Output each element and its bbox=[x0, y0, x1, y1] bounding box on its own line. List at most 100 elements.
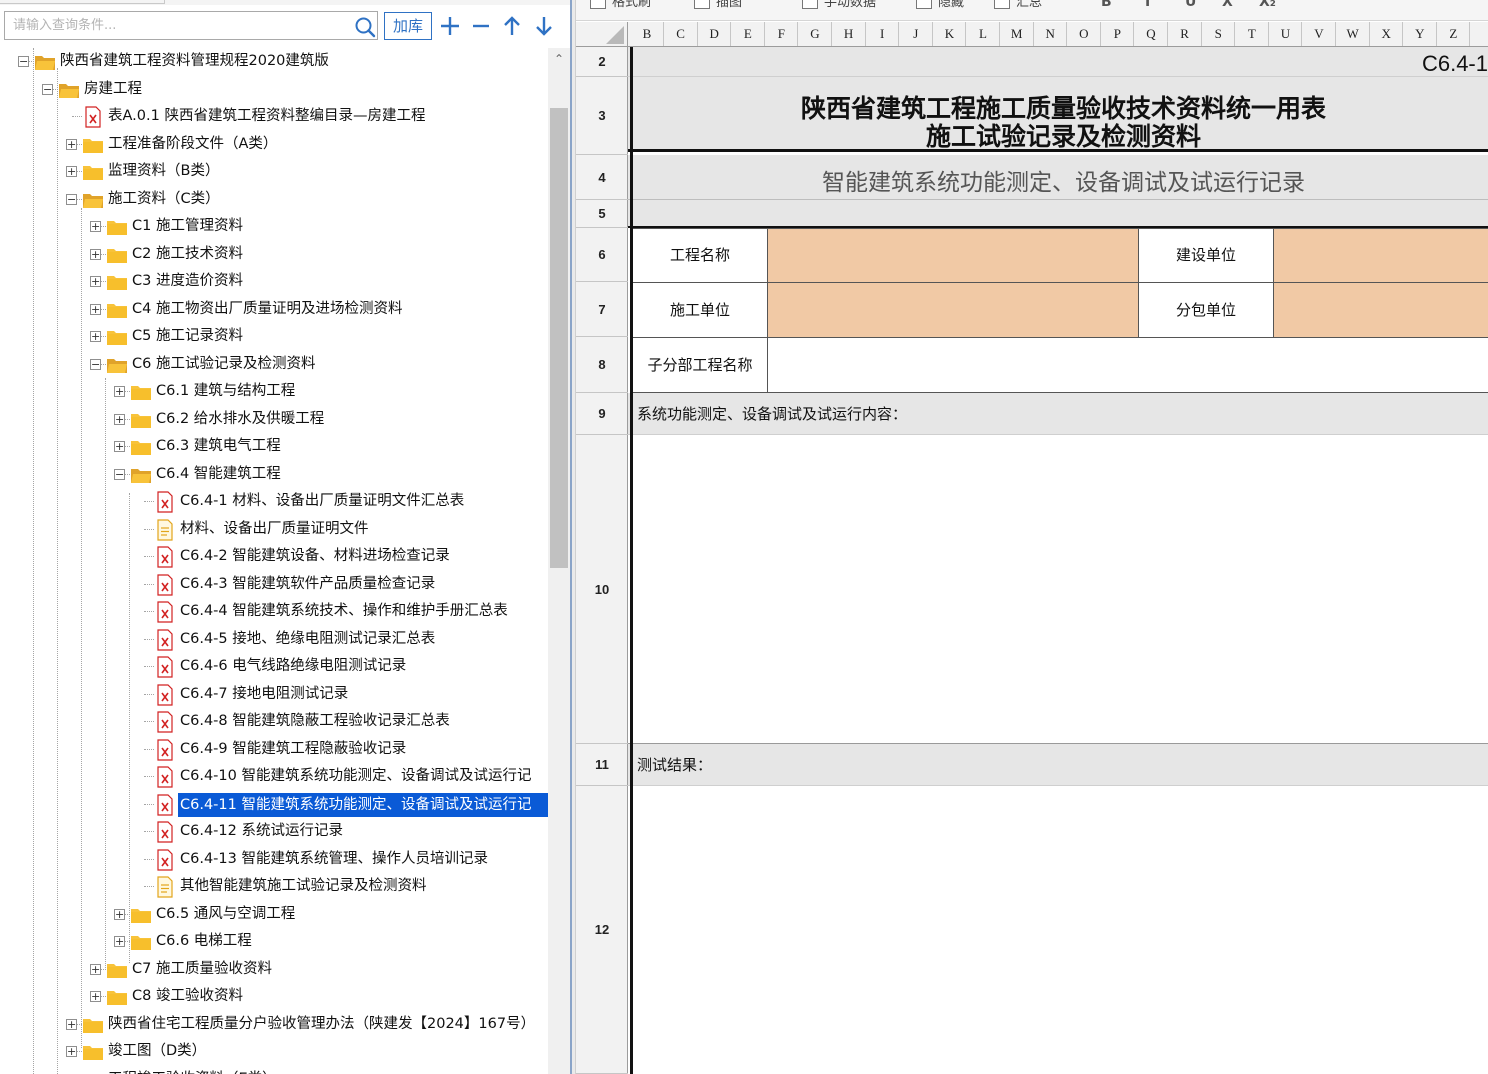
minus-icon[interactable] bbox=[468, 13, 494, 39]
tree-item[interactable]: + C3 进度造价资料 bbox=[0, 268, 548, 295]
tree-item[interactable]: 材料、设备出厂质量证明文件 bbox=[0, 516, 548, 543]
expand-toggle-icon[interactable]: + bbox=[66, 166, 77, 177]
expand-toggle-icon[interactable]: + bbox=[114, 441, 125, 452]
tree-item[interactable]: + C8 竣工验收资料 bbox=[0, 983, 548, 1010]
tree-item[interactable]: + C6.6 电梯工程 bbox=[0, 928, 548, 955]
collapse-toggle-icon[interactable]: − bbox=[18, 56, 29, 67]
column-header[interactable]: G bbox=[799, 22, 832, 46]
column-header[interactable]: L bbox=[967, 22, 1000, 46]
content-area[interactable] bbox=[628, 435, 1488, 744]
column-header[interactable]: Q bbox=[1135, 22, 1168, 46]
row-header[interactable]: 5 bbox=[576, 200, 628, 228]
tree-item[interactable]: + C4 施工物资出厂质量证明及进场检测资料 bbox=[0, 296, 548, 323]
row-header[interactable]: 3 bbox=[576, 77, 628, 155]
tree-item[interactable]: C6.4-4 智能建筑系统技术、操作和维护手册汇总表 bbox=[0, 598, 548, 625]
expand-toggle-icon[interactable]: + bbox=[90, 276, 101, 287]
tree-item[interactable]: + C1 施工管理资料 bbox=[0, 213, 548, 240]
column-header[interactable]: X bbox=[1370, 22, 1404, 46]
tree-item[interactable]: C6.4-12 系统试运行记录 bbox=[0, 818, 548, 845]
column-header[interactable]: U bbox=[1269, 22, 1303, 46]
row-header[interactable]: 12 bbox=[576, 786, 628, 1074]
column-header[interactable]: V bbox=[1303, 22, 1336, 46]
tree-item[interactable]: +工程竣工验收资料（E类） bbox=[0, 1066, 548, 1074]
collapse-toggle-icon[interactable]: − bbox=[90, 358, 101, 370]
expand-toggle-icon[interactable]: + bbox=[90, 303, 101, 315]
row-header[interactable]: 9 bbox=[576, 393, 628, 435]
expand-toggle-icon[interactable]: + bbox=[90, 963, 101, 975]
tree-item[interactable]: C6.4-1 材料、设备出厂质量证明文件汇总表 bbox=[0, 488, 548, 515]
project-name-field[interactable] bbox=[767, 228, 1139, 283]
subcontractor-field[interactable] bbox=[1273, 282, 1488, 338]
reload-library-button[interactable]: 加库 bbox=[384, 12, 432, 40]
builder-field[interactable] bbox=[767, 282, 1139, 338]
ribbon-button[interactable]: 隐藏 bbox=[916, 0, 964, 10]
arrow-up-icon[interactable] bbox=[499, 13, 525, 39]
ribbon-button[interactable]: 汇总 bbox=[994, 0, 1042, 10]
tree-item[interactable]: + C6.5 通风与空调工程 bbox=[0, 901, 548, 928]
column-header[interactable]: B bbox=[631, 22, 664, 46]
tree-item[interactable]: C6.4-9 智能建筑工程隐蔽验收记录 bbox=[0, 736, 548, 763]
tree-item[interactable]: + 竣工图（D类） bbox=[0, 1038, 548, 1065]
select-all-corner[interactable] bbox=[576, 22, 628, 46]
column-header[interactable]: K bbox=[933, 22, 967, 46]
tree-item[interactable]: C6.4-13 智能建筑系统管理、操作人员培训记录 bbox=[0, 846, 548, 873]
tree-item[interactable]: − 陕西省建筑工程资料管理规程2020建筑版 bbox=[0, 48, 548, 75]
row-header[interactable]: 7 bbox=[576, 282, 628, 337]
ribbon-button[interactable]: 格式刷 bbox=[590, 0, 651, 10]
column-header[interactable]: W bbox=[1337, 22, 1370, 46]
tree-item[interactable]: + 监理资料（B类） bbox=[0, 158, 548, 185]
expand-toggle-icon[interactable]: + bbox=[90, 991, 101, 1002]
column-header[interactable]: R bbox=[1169, 22, 1202, 46]
tree-item[interactable]: − 房建工程 bbox=[0, 76, 548, 103]
tree-item[interactable]: 其他智能建筑施工试验记录及检测资料 bbox=[0, 873, 548, 900]
tree-scroll-thumb[interactable] bbox=[550, 108, 568, 568]
format-glyph-button[interactable]: U bbox=[1185, 0, 1196, 10]
tree-item[interactable]: 表A.0.1 陕西省建筑工程资料整编目录—房建工程 bbox=[0, 103, 548, 130]
tree-item[interactable]: + C7 施工质量验收资料 bbox=[0, 956, 548, 983]
expand-toggle-icon[interactable]: + bbox=[90, 221, 101, 232]
collapse-toggle-icon[interactable]: − bbox=[66, 193, 77, 205]
tree-item[interactable]: + C6.1 建筑与结构工程 bbox=[0, 378, 548, 405]
tree-scrollbar[interactable]: ⌃ bbox=[548, 48, 570, 1074]
tree-item[interactable]: C6.4-6 电气线路绝缘电阻测试记录 bbox=[0, 653, 548, 680]
expand-toggle-icon[interactable]: + bbox=[66, 138, 77, 150]
tree-item[interactable]: C6.4-10 智能建筑系统功能测定、设备调试及试运行记 bbox=[0, 763, 548, 790]
expand-toggle-icon[interactable]: + bbox=[114, 413, 125, 425]
column-header[interactable]: Z bbox=[1437, 22, 1471, 46]
row-header[interactable]: 6 bbox=[576, 228, 628, 282]
search-icon[interactable] bbox=[354, 16, 376, 38]
tree-item[interactable]: − 施工资料（C类） bbox=[0, 186, 548, 213]
sub-project-field[interactable] bbox=[767, 337, 1488, 393]
result-area[interactable] bbox=[628, 786, 1488, 1074]
row-header[interactable]: 2 bbox=[576, 47, 628, 77]
format-glyph-button[interactable]: X bbox=[1222, 0, 1233, 10]
row-header[interactable]: 8 bbox=[576, 337, 628, 393]
column-header[interactable]: M bbox=[1001, 22, 1034, 46]
ribbon-button[interactable]: 插图 bbox=[694, 0, 742, 10]
expand-toggle-icon[interactable]: + bbox=[114, 908, 125, 920]
plus-icon[interactable] bbox=[437, 13, 463, 39]
column-header[interactable]: I bbox=[866, 22, 900, 46]
tree-item[interactable]: + C6.3 建筑电气工程 bbox=[0, 433, 548, 460]
format-glyph-button[interactable]: X₂ bbox=[1259, 0, 1276, 10]
column-header[interactable]: P bbox=[1101, 22, 1135, 46]
column-header[interactable]: C bbox=[665, 22, 698, 46]
expand-toggle-icon[interactable]: + bbox=[66, 1018, 77, 1030]
tree-item[interactable]: C6.4-2 智能建筑设备、材料进场检查记录 bbox=[0, 543, 548, 570]
tree-item[interactable]: + C5 施工记录资料 bbox=[0, 323, 548, 350]
tree-item[interactable]: − C6.4 智能建筑工程 bbox=[0, 461, 548, 488]
tree-item[interactable]: C6.4-3 智能建筑软件产品质量检查记录 bbox=[0, 571, 548, 598]
construction-unit-field[interactable] bbox=[1273, 228, 1488, 283]
ribbon-button[interactable]: 手动数据 bbox=[802, 0, 876, 10]
collapse-toggle-icon[interactable]: − bbox=[42, 83, 53, 95]
tree-item[interactable]: + C6.2 给水排水及供暖工程 bbox=[0, 406, 548, 433]
column-header[interactable]: Y bbox=[1404, 22, 1437, 46]
column-header[interactable]: F bbox=[765, 22, 799, 46]
column-header[interactable]: O bbox=[1068, 22, 1101, 46]
row-header[interactable]: 11 bbox=[576, 744, 628, 786]
column-header[interactable]: T bbox=[1236, 22, 1269, 46]
column-header[interactable]: D bbox=[698, 22, 732, 46]
scroll-up-arrow-icon[interactable]: ⌃ bbox=[553, 53, 565, 65]
column-header[interactable]: H bbox=[833, 22, 866, 46]
format-glyph-button[interactable]: I bbox=[1145, 0, 1150, 10]
